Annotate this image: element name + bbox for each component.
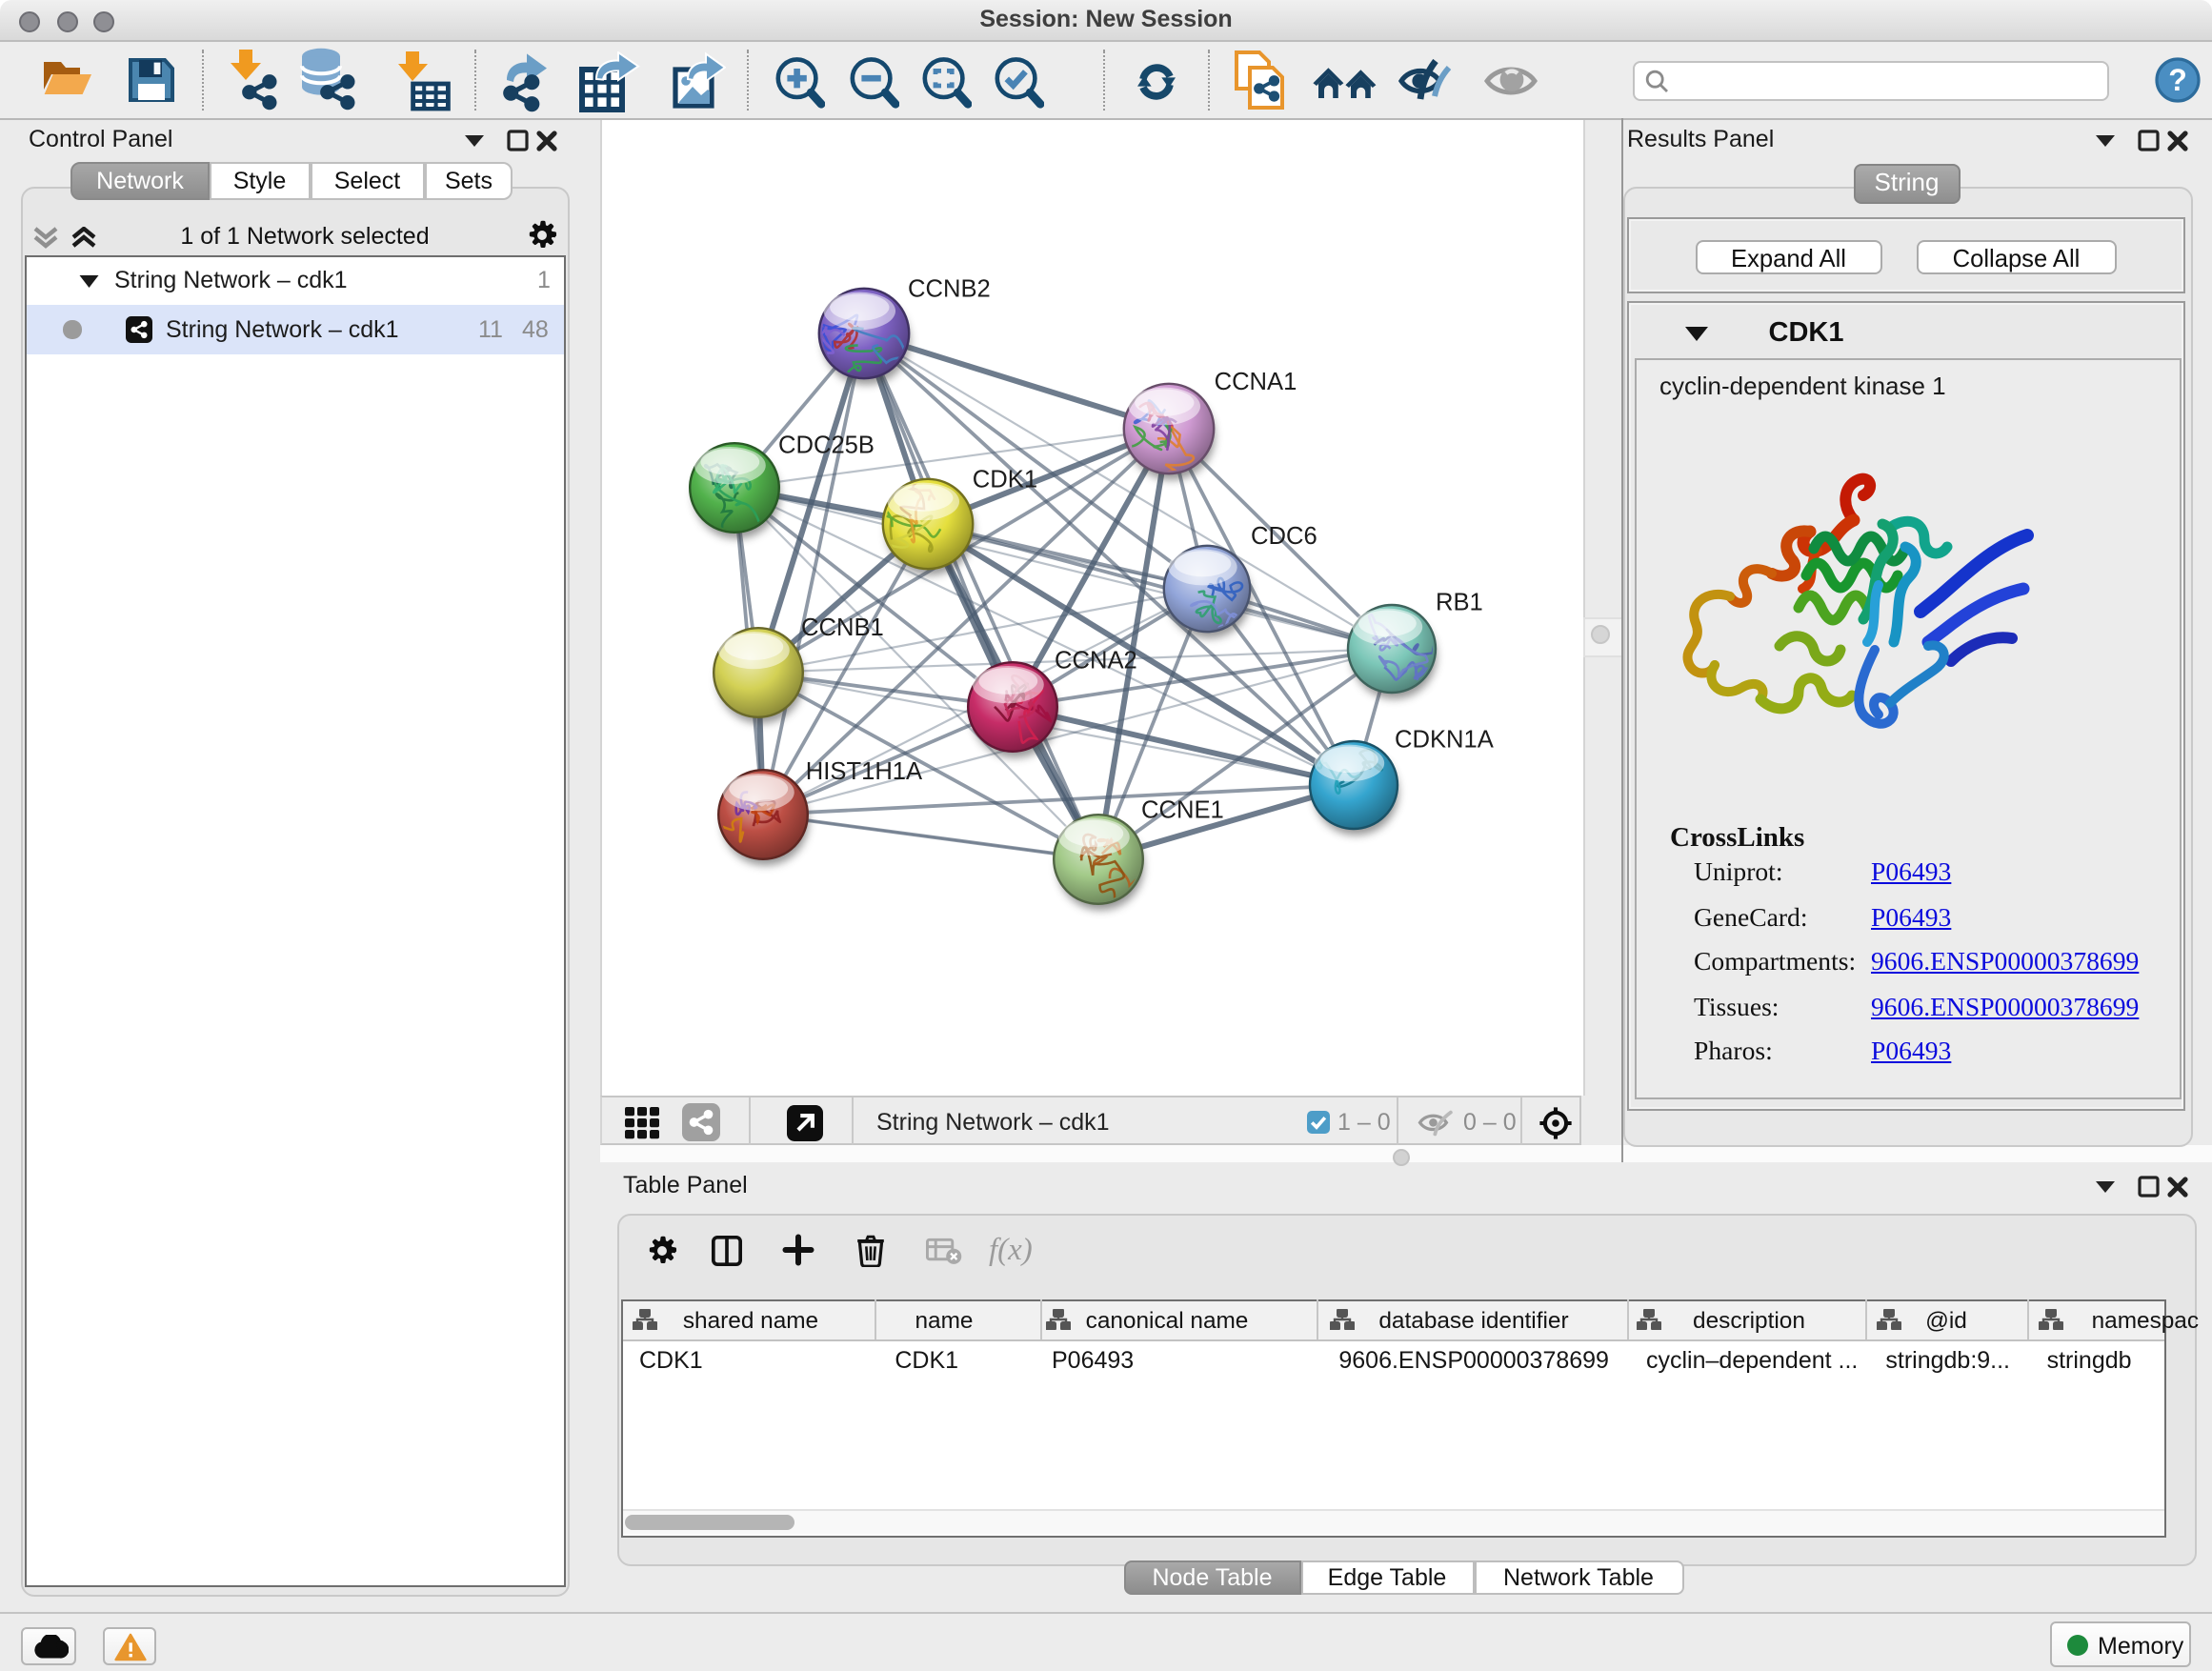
- svg-text:CCNB1: CCNB1: [801, 614, 884, 640]
- svg-text:CCNB2: CCNB2: [908, 275, 991, 302]
- svg-text:?: ?: [2168, 63, 2187, 97]
- svg-text:HIST1H1A: HIST1H1A: [806, 757, 923, 784]
- svg-text:CDC6: CDC6: [1251, 522, 1317, 549]
- svg-text:CDK1: CDK1: [973, 465, 1037, 492]
- svg-text:CDC25B: CDC25B: [778, 431, 875, 457]
- svg-text:CCNE1: CCNE1: [1141, 796, 1224, 823]
- svg-text:CCNA1: CCNA1: [1215, 368, 1297, 394]
- svg-text:RB1: RB1: [1436, 589, 1483, 615]
- svg-text:CDKN1A: CDKN1A: [1395, 725, 1495, 752]
- svg-text:CCNA2: CCNA2: [1055, 647, 1137, 674]
